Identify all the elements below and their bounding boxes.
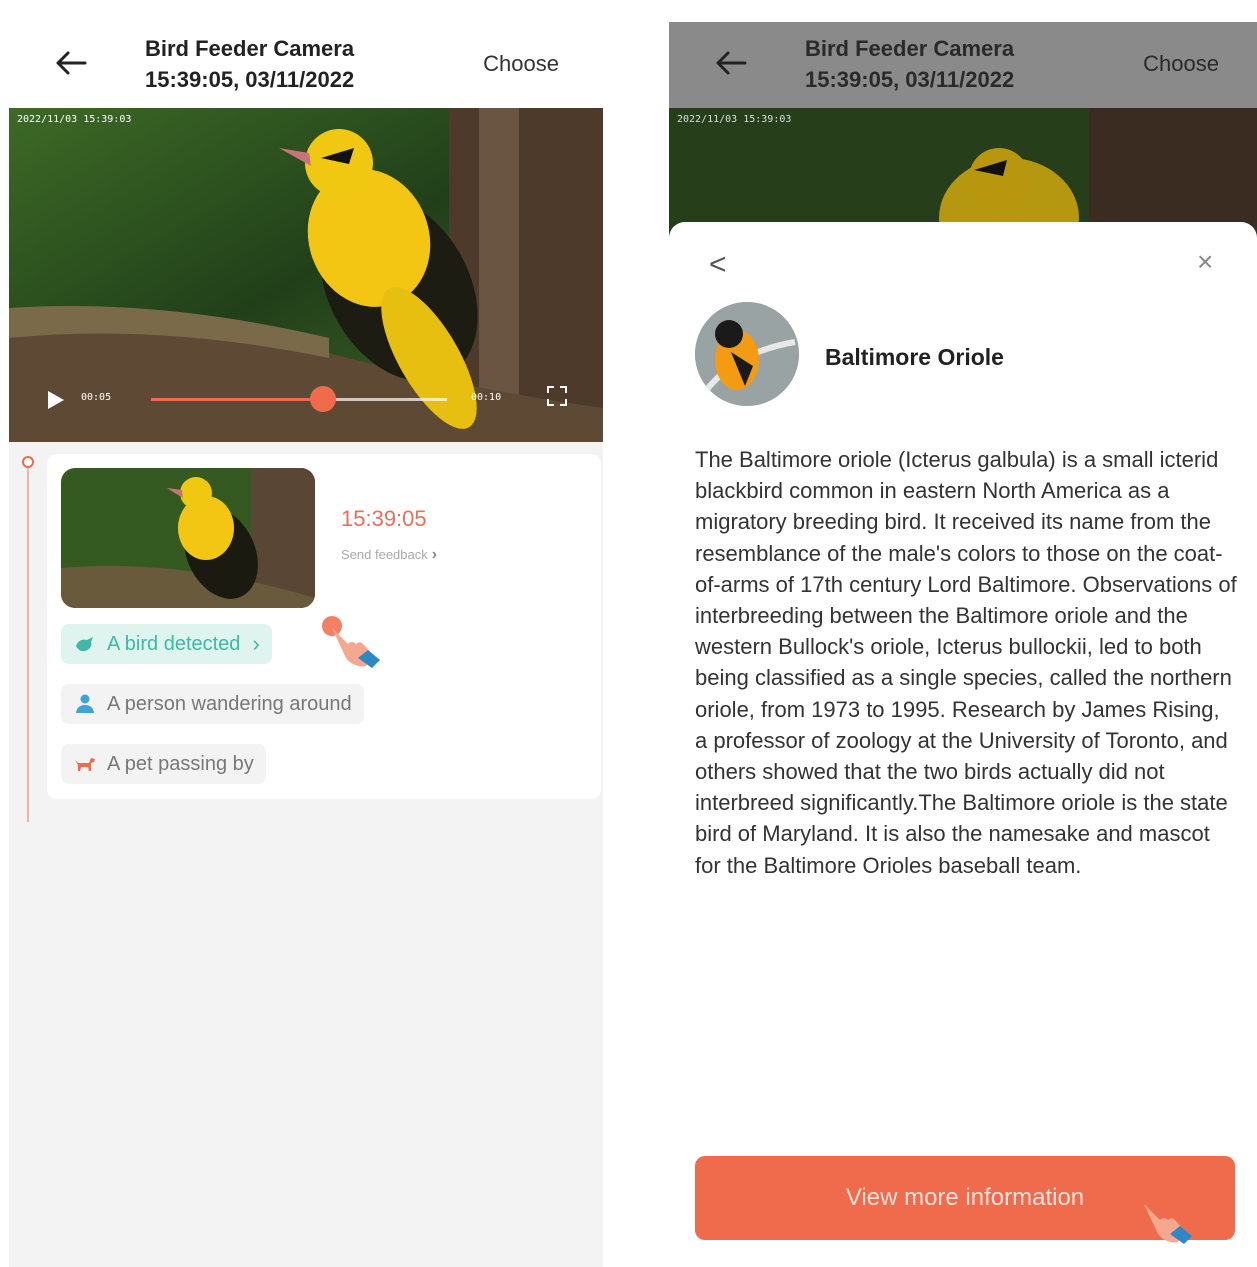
event-time: 15:39:05 xyxy=(341,506,427,531)
species-info-sheet: < × Baltimore Oriole The Baltimore oriol… xyxy=(669,222,1257,1267)
video-timestamp: 2022/11/03 15:39:03 xyxy=(17,114,132,125)
chip-bird-detected[interactable]: A bird detected › xyxy=(61,624,272,664)
species-name: Baltimore Oriole xyxy=(825,344,1004,370)
video-timestamp: 2022/11/03 15:39:03 xyxy=(677,114,792,125)
progress-fill xyxy=(151,398,323,401)
page-title: Bird Feeder Camera xyxy=(145,36,355,61)
chevron-left-icon[interactable]: < xyxy=(709,248,727,282)
fullscreen-icon[interactable] xyxy=(545,384,569,408)
chip-label: A pet passing by xyxy=(107,752,254,775)
tap-hand-icon xyxy=(322,616,380,668)
video-player[interactable]: 2022/11/03 15:39:03 00:05 00:10 xyxy=(9,108,603,442)
bird-icon xyxy=(76,637,93,652)
current-time: 00:05 xyxy=(81,392,112,403)
chip-pet-passing[interactable]: A pet passing by xyxy=(61,744,266,784)
page-subtitle: 15:39:05, 03/11/2022 xyxy=(145,67,355,92)
timeline-dot xyxy=(22,456,34,468)
send-feedback-link[interactable]: Send feedback › xyxy=(341,546,437,564)
chevron-right-icon: › xyxy=(252,631,260,656)
video-player-dimmed: 2022/11/03 15:39:03 xyxy=(669,108,1257,238)
chip-person-wandering[interactable]: A person wandering around xyxy=(61,684,364,724)
top-bar: Bird Feeder Camera 15:39:05, 03/11/2022 … xyxy=(9,22,603,108)
right-screen: Bird Feeder Camera 15:39:05, 03/11/2022 … xyxy=(669,22,1257,1267)
chevron-right-icon: › xyxy=(431,546,438,563)
send-feedback-label: Send feedback xyxy=(341,547,428,562)
dog-icon xyxy=(75,758,95,771)
species-avatar xyxy=(695,302,799,406)
back-arrow-icon[interactable] xyxy=(53,48,89,78)
oriole-image xyxy=(695,302,799,406)
timeline-line xyxy=(27,462,29,822)
close-icon[interactable]: × xyxy=(1197,246,1213,278)
choose-button[interactable]: Choose xyxy=(1143,49,1219,79)
species-description: The Baltimore oriole (Icterus galbula) i… xyxy=(695,447,1237,878)
end-time: 00:10 xyxy=(471,392,502,403)
chip-label: A bird detected xyxy=(107,632,241,655)
event-thumbnail[interactable] xyxy=(61,468,315,608)
person-icon xyxy=(76,694,94,713)
bird-video-image xyxy=(669,108,1257,238)
page-title: Bird Feeder Camera xyxy=(805,36,1015,61)
progress-knob[interactable] xyxy=(309,386,336,412)
chip-label: A person wandering around xyxy=(107,692,352,715)
tap-hand-icon xyxy=(1134,1192,1192,1244)
left-screen: Bird Feeder Camera 15:39:05, 03/11/2022 … xyxy=(9,22,603,1267)
play-icon[interactable] xyxy=(43,388,67,412)
choose-button[interactable]: Choose xyxy=(483,49,559,79)
back-arrow-icon[interactable] xyxy=(713,48,749,78)
thumbnail-image xyxy=(61,468,315,608)
progress-track[interactable] xyxy=(151,386,447,412)
top-bar-dimmed: Bird Feeder Camera 15:39:05, 03/11/2022 … xyxy=(669,22,1257,108)
page-subtitle: 15:39:05, 03/11/2022 xyxy=(805,67,1015,92)
